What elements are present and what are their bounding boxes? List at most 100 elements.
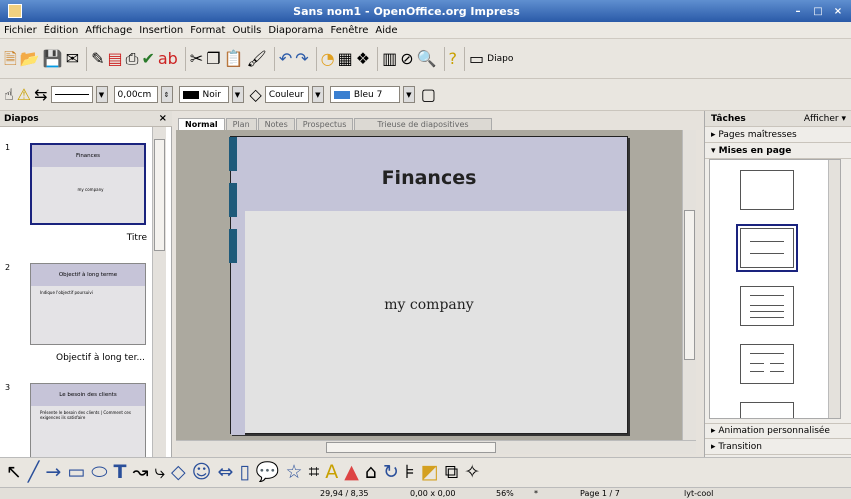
tab-plan[interactable]: Plan (225, 118, 257, 130)
menu-fichier[interactable]: Fichier (4, 25, 37, 36)
chevron-down-icon[interactable]: ▼ (402, 86, 415, 103)
tab-notes[interactable]: Notes (257, 118, 295, 130)
text-tool-icon[interactable]: T (113, 463, 126, 482)
hand-icon[interactable]: ☝ (4, 86, 14, 103)
format-paintbrush-icon[interactable]: 🖌 (247, 50, 267, 67)
close-icon[interactable]: × (159, 113, 167, 124)
slide-icon[interactable]: ▭ (469, 50, 484, 67)
fill-color-select[interactable]: Bleu 7 (329, 86, 400, 103)
rotate-icon[interactable]: ↻ (383, 463, 399, 482)
slide-subtitle[interactable]: my company (231, 297, 627, 313)
scroll-thumb[interactable] (684, 210, 695, 360)
section-master-pages[interactable]: ▸ Pages maîtresses (705, 127, 851, 143)
table-icon[interactable]: ▦ (338, 50, 353, 67)
extrusion-icon[interactable]: ⌂ (365, 463, 377, 482)
maximize-icon[interactable]: □ (811, 6, 825, 17)
connector-icon[interactable]: ⤷ (154, 463, 165, 482)
basic-shapes-icon[interactable]: ◇ (171, 463, 186, 482)
copy-icon[interactable]: ❐ (206, 50, 220, 67)
edit-file-icon[interactable]: ✎ (91, 50, 104, 67)
ellipse-icon[interactable]: ⬭ (91, 463, 107, 482)
email-icon[interactable]: ✉ (66, 50, 79, 67)
block-arrows-icon[interactable]: ⇔ (217, 463, 233, 482)
line-tool-icon[interactable]: ╱ (28, 463, 39, 482)
layout-title-centered[interactable] (740, 402, 794, 418)
chart-icon[interactable]: ◔ (321, 50, 335, 67)
layout-title-only[interactable] (736, 224, 798, 272)
line-color-select[interactable]: Noir (178, 86, 229, 103)
menu-format[interactable]: Format (190, 25, 225, 36)
arrow-style-icon[interactable]: ⇆ (34, 86, 47, 103)
autospellcheck-icon[interactable]: ab (158, 50, 178, 67)
slides-scrollbar[interactable] (152, 127, 166, 457)
chevron-down-icon[interactable]: ▼ (95, 86, 108, 103)
workspace-vscroll[interactable] (682, 130, 696, 440)
menu-affichage[interactable]: Affichage (85, 25, 132, 36)
paste-icon[interactable]: 📋 (224, 50, 244, 67)
layout-title-content[interactable] (740, 286, 794, 326)
chevron-down-icon[interactable]: ▼ (311, 86, 324, 103)
insert-image-icon[interactable]: ▲ (344, 463, 359, 482)
line-style-icon[interactable]: ⚠ (17, 86, 31, 103)
menu-diaporama[interactable]: Diaporama (268, 25, 323, 36)
effects-icon[interactable]: ✧ (464, 463, 480, 482)
fill-style-select[interactable]: Couleur (264, 86, 309, 103)
line-width-input[interactable]: 0,00cm (113, 86, 158, 103)
fill-bucket-icon[interactable]: ◇ (250, 86, 262, 103)
zoom-icon[interactable]: 🔍 (417, 50, 437, 67)
redo-icon[interactable]: ↷ (295, 50, 308, 67)
callouts-icon[interactable]: 💬 (256, 463, 280, 482)
line-style-select[interactable] (50, 86, 93, 103)
view-menu-button[interactable]: Afficher ▾ (804, 114, 846, 124)
navigator-icon[interactable]: ⊘ (400, 50, 413, 67)
menu-edition[interactable]: Édition (44, 25, 79, 36)
menu-fenetre[interactable]: Fenêtre (331, 25, 369, 36)
chevron-down-icon[interactable]: ▼ (231, 86, 244, 103)
undo-icon[interactable]: ↶ (279, 50, 292, 67)
tab-prospectus[interactable]: Prospectus (295, 118, 354, 130)
stars-icon[interactable]: ☆ (286, 463, 303, 482)
arrow-line-icon[interactable]: → (45, 463, 61, 482)
slide-title[interactable]: Finances (231, 167, 627, 189)
minimize-icon[interactable]: – (791, 6, 805, 17)
shadow-icon[interactable]: ▢ (421, 86, 436, 103)
slide-thumbnail[interactable]: Objectif à long terme Indique l'objectif… (30, 263, 146, 345)
grid-icon[interactable]: ▥ (382, 50, 397, 67)
menu-insertion[interactable]: Insertion (139, 25, 183, 36)
spellcheck-icon[interactable]: ✔ (141, 50, 154, 67)
print-icon[interactable]: ⎙ (126, 50, 139, 67)
tab-normal[interactable]: Normal (178, 118, 225, 130)
section-layouts[interactable]: ▾ Mises en page (705, 143, 851, 159)
app-icon[interactable] (8, 4, 22, 18)
save-icon[interactable]: 💾 (43, 50, 63, 67)
points-icon[interactable]: ⌗ (309, 463, 320, 482)
fontwork-icon[interactable]: A (325, 463, 338, 482)
curve-icon[interactable]: ↝ (132, 463, 148, 482)
diapo-button-label[interactable]: Diapo (487, 54, 513, 64)
group-icon[interactable]: ⧉ (445, 463, 459, 482)
close-icon[interactable]: × (831, 6, 845, 17)
symbol-shapes-icon[interactable]: ☺ (192, 463, 212, 482)
flowchart-icon[interactable]: ▯ (239, 463, 249, 482)
slide-thumbnail[interactable]: Finances my company (30, 143, 146, 225)
align-icon[interactable]: ⊧ (405, 463, 415, 482)
scroll-thumb[interactable] (326, 442, 496, 453)
stepper-icon[interactable]: ⇕ (160, 86, 173, 103)
select-arrow-icon[interactable]: ↖ (6, 463, 22, 482)
status-zoom[interactable]: 56% (496, 489, 514, 498)
new-document-icon[interactable]: 🗎 (4, 50, 17, 67)
layouts-scrollbar[interactable] (828, 160, 840, 418)
cut-icon[interactable]: ✂ (190, 50, 203, 67)
layout-two-columns[interactable] (740, 344, 794, 384)
scroll-thumb[interactable] (154, 139, 165, 251)
help-icon[interactable]: ? (449, 50, 458, 67)
export-pdf-icon[interactable]: ▤ (108, 50, 123, 67)
arrange-icon[interactable]: ◩ (421, 463, 439, 482)
section-animation[interactable]: ▸ Animation personnalisée (705, 423, 851, 439)
gallery-icon[interactable]: ❖ (356, 50, 370, 67)
layout-blank[interactable] (740, 170, 794, 210)
current-slide[interactable]: Finances my company (229, 136, 628, 435)
slide-thumbnail[interactable]: Le besoin des clients Présente le besoin… (30, 383, 146, 457)
section-transition[interactable]: ▸ Transition (705, 439, 851, 455)
rectangle-icon[interactable]: ▭ (67, 463, 85, 482)
